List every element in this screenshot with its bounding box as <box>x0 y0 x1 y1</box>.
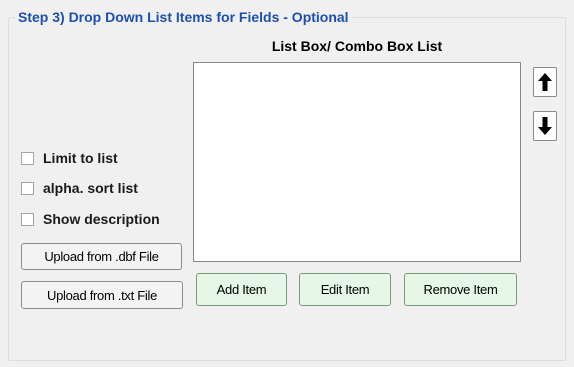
drop-down-list-items-panel: Step 3) Drop Down List Items for Fields … <box>0 0 574 367</box>
add-item-button[interactable]: Add Item <box>196 273 287 306</box>
move-up-button[interactable] <box>533 67 557 97</box>
show-description-checkbox[interactable] <box>21 212 34 226</box>
show-description-option[interactable]: Show description <box>21 210 160 228</box>
limit-to-list-option[interactable]: Limit to list <box>21 149 118 167</box>
limit-to-list-checkbox[interactable] <box>21 151 34 165</box>
list-box-caption: List Box/ Combo Box List <box>271 38 443 54</box>
limit-to-list-label: Limit to list <box>43 150 118 166</box>
group-box-title: Step 3) Drop Down List Items for Fields … <box>15 9 352 26</box>
alpha-sort-list-option[interactable]: alpha. sort list <box>21 179 138 197</box>
upload-dbf-button[interactable]: Upload from .dbf File <box>21 243 182 270</box>
show-description-label: Show description <box>43 211 160 227</box>
alpha-sort-list-checkbox[interactable] <box>21 181 34 195</box>
arrow-up-icon <box>538 73 552 91</box>
list-box[interactable] <box>193 62 521 262</box>
remove-item-button[interactable]: Remove Item <box>404 273 517 306</box>
upload-txt-button[interactable]: Upload from .txt File <box>21 281 183 309</box>
arrow-down-icon <box>538 117 552 135</box>
edit-item-button[interactable]: Edit Item <box>299 273 391 306</box>
move-down-button[interactable] <box>533 111 557 141</box>
alpha-sort-list-label: alpha. sort list <box>43 180 138 196</box>
